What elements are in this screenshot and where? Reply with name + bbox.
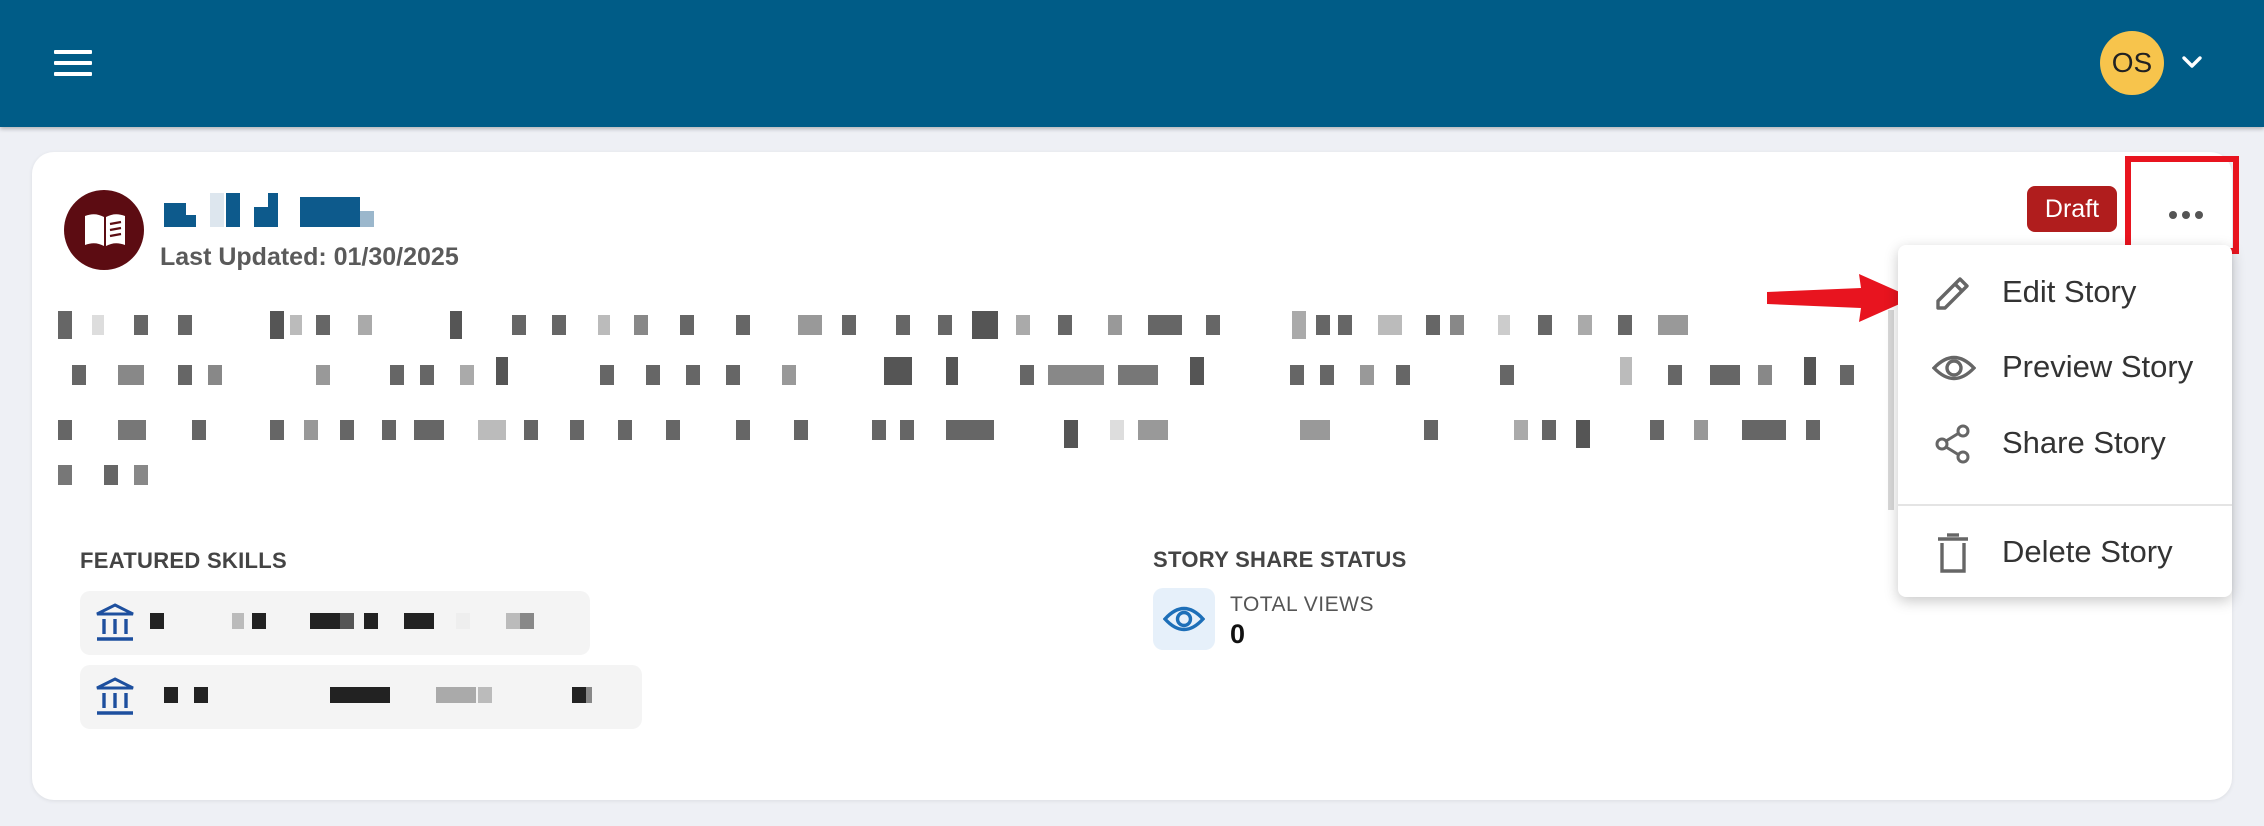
annotation-arrow-icon <box>1767 274 1913 322</box>
status-badge: Draft <box>2027 186 2117 232</box>
menu-divider <box>1898 504 2232 506</box>
menu-item-label: Share Story <box>2002 425 2166 460</box>
pencil-icon <box>1936 277 1969 310</box>
total-views-value: 0 <box>1230 619 1246 649</box>
story-options-menu: Edit Story Preview Story Share Story Del… <box>1898 245 2232 597</box>
chevron-down-icon[interactable] <box>2180 50 2204 74</box>
views-icon-container <box>1153 588 1215 650</box>
top-app-bar: OS <box>0 0 2264 127</box>
institution-icon <box>96 603 134 641</box>
menu-item-share-story[interactable]: Share Story <box>1898 405 2232 479</box>
institution-icon <box>96 677 134 715</box>
story-title-redacted <box>160 193 380 227</box>
total-views-label: TOTAL VIEWS <box>1230 593 1374 616</box>
trash-icon <box>1938 533 1968 573</box>
eye-icon <box>1163 606 1205 632</box>
eye-icon <box>1932 355 1976 381</box>
menu-item-label: Edit Story <box>2002 274 2137 309</box>
share-status-heading: STORY SHARE STATUS <box>1153 547 1407 572</box>
menu-item-delete-story[interactable]: Delete Story <box>1898 514 2232 588</box>
description-scrollbar[interactable] <box>1888 310 1894 510</box>
share-icon <box>1935 424 1970 464</box>
more-options-button[interactable] <box>2125 156 2239 254</box>
more-horizontal-icon <box>2169 206 2208 224</box>
menu-item-edit-story[interactable]: Edit Story <box>1898 254 2232 328</box>
hamburger-menu-icon[interactable] <box>54 48 96 80</box>
menu-item-preview-story[interactable]: Preview Story <box>1898 329 2232 403</box>
skill-chip[interactable] <box>80 591 590 655</box>
menu-item-label: Preview Story <box>2002 349 2194 384</box>
skill-chip[interactable] <box>80 665 642 729</box>
book-icon <box>85 214 125 246</box>
last-updated-text: Last Updated: 01/30/2025 <box>160 243 459 271</box>
story-description-redacted <box>58 311 1888 490</box>
featured-skills-heading: FEATURED SKILLS <box>80 548 287 573</box>
user-avatar[interactable]: OS <box>2100 31 2164 95</box>
story-avatar <box>64 190 144 270</box>
menu-item-label: Delete Story <box>2002 534 2173 569</box>
